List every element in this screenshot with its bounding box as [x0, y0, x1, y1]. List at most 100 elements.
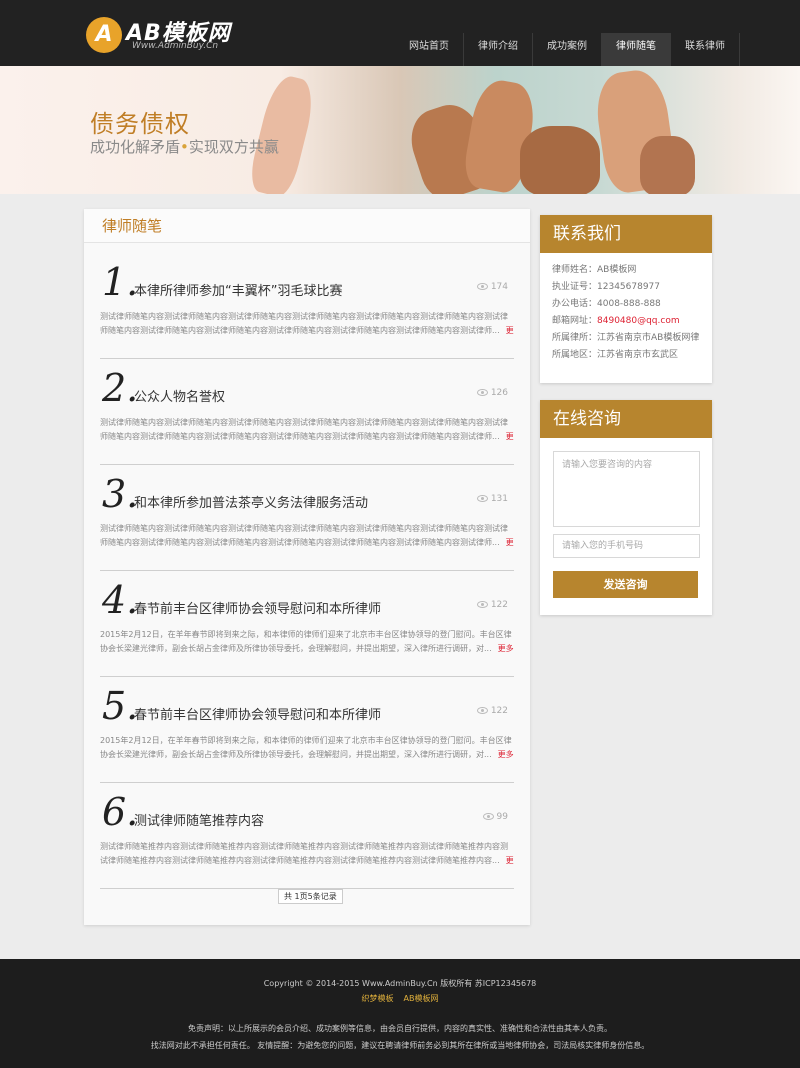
item-excerpt: 测试律师随笔内容测试律师随笔内容测试律师随笔内容测试律师随笔内容测试律师随笔内容…: [100, 416, 514, 444]
pagination-info: 共 1页5条记录: [278, 889, 343, 904]
view-count: 126: [476, 388, 508, 398]
view-count-value: 122: [490, 706, 508, 716]
essay-list-panel: 律师随笔 1. 本律所律师参加“丰翼杯”羽毛球比赛 174 测试律师随笔内容测试…: [84, 209, 530, 925]
eye-icon: [476, 283, 488, 290]
footer-link-adminbuy[interactable]: AB模板网: [404, 994, 439, 1003]
email-link[interactable]: 8490480@qq.com: [597, 316, 680, 326]
view-count-value: 126: [490, 388, 508, 398]
contact-label: 律师姓名：: [552, 265, 598, 275]
disclaimer-text: 免责声明：以上所展示的会员介绍、成功案例等信息，由会员自行提供，内容的真实性、准…: [188, 1024, 612, 1033]
footer-links: 织梦模板 AB模板网: [0, 993, 800, 1004]
send-consult-button[interactable]: 发送咨询: [553, 571, 698, 598]
contact-label: 执业证号：: [552, 282, 598, 292]
list-item: 5. 春节前丰台区律师协会领导慰问和本所律师 122 2015年2月12日，在羊…: [100, 676, 514, 783]
contact-title: 联系我们: [540, 215, 712, 253]
banner-sub-right: 实现双方共赢: [188, 138, 279, 156]
eye-icon: [476, 389, 488, 396]
contact-value: 江苏省南京市AB模板网律: [597, 333, 700, 343]
contact-label: 所属律所：: [552, 333, 598, 343]
item-title-link[interactable]: 和本律所参加普法茶亭义务法律服务活动: [134, 492, 368, 511]
item-number: 1.: [102, 260, 139, 304]
contact-value: AB模板网: [597, 265, 637, 275]
excerpt-text: 测试律师随笔内容测试律师随笔内容测试律师随笔内容测试律师随笔内容测试律师随笔内容…: [100, 418, 508, 441]
contact-row-region: 所属地区：江苏省南京市玄武区: [552, 347, 700, 364]
banner-hand-shape: [246, 72, 319, 194]
excerpt-text: 测试律师随笔内容测试律师随笔内容测试律师随笔内容测试律师随笔内容测试律师随笔内容…: [100, 312, 508, 335]
eye-icon: [476, 495, 488, 502]
list-item: 2. 公众人物名誉权 126 测试律师随笔内容测试律师随笔内容测试律师随笔内容测…: [100, 358, 514, 465]
view-count: 122: [476, 706, 508, 716]
contact-label: 邮箱网址：: [552, 316, 598, 326]
item-number: 5.: [102, 684, 139, 728]
nav-item-contact[interactable]: 联系律师: [670, 33, 740, 66]
main-nav: 网站首页 律师介绍 成功案例 律师随笔 联系律师: [395, 33, 740, 66]
contact-row-email: 邮箱网址：8490480@qq.com: [552, 313, 700, 330]
logo-subtitle: Www.AdminBuy.Cn: [132, 41, 219, 51]
item-title-link[interactable]: 测试律师随笔推荐内容: [134, 810, 264, 829]
item-title-link[interactable]: 春节前丰台区律师协会领导慰问和本所律师: [134, 598, 381, 617]
consult-title: 在线咨询: [540, 400, 712, 438]
nav-item-essays[interactable]: 律师随笔: [601, 33, 670, 66]
excerpt-text: 2015年2月12日，在羊年春节即将到来之际，和本律师的律师们迎来了北京市丰台区…: [100, 736, 512, 759]
view-count: 99: [482, 812, 508, 822]
banner-sub-dot: •: [180, 138, 189, 156]
view-count-value: 122: [490, 600, 508, 610]
item-excerpt: 2015年2月12日，在羊年春节即将到来之际，和本律师的律师们迎来了北京市丰台区…: [100, 628, 514, 656]
header: A AB模板网 Www.AdminBuy.Cn 网站首页 律师介绍 成功案例 律…: [0, 0, 800, 66]
item-excerpt: 2015年2月12日，在羊年春节即将到来之际，和本律师的律师们迎来了北京市丰台区…: [100, 734, 514, 762]
list-item: 4. 春节前丰台区律师协会领导慰问和本所律师 122 2015年2月12日，在羊…: [100, 570, 514, 677]
list-item: 1. 本律所律师参加“丰翼杯”羽毛球比赛 174 测试律师随笔内容测试律师随笔内…: [100, 252, 514, 359]
contact-row-phone: 办公电话：4008-888-888: [552, 296, 700, 313]
contact-row-name: 律师姓名：AB模板网: [552, 262, 700, 279]
contact-row-firm: 所属律所：江苏省南京市AB模板网律: [552, 330, 700, 347]
view-count: 131: [476, 494, 508, 504]
list-item: 3. 和本律所参加普法茶亭义务法律服务活动 131 测试律师随笔内容测试律师随笔…: [100, 464, 514, 571]
list-item: 6. 测试律师随笔推荐内容 99 测试律师随笔推荐内容测试律师随笔推荐内容测试律…: [100, 782, 514, 889]
item-number: 3.: [102, 472, 139, 516]
phone-input[interactable]: 请输入您的手机号码: [553, 534, 700, 558]
contact-panel: 联系我们 律师姓名：AB模板网 执业证号：12345678977 办公电话：40…: [540, 215, 712, 383]
logo-badge: A: [86, 17, 122, 53]
excerpt-text: 2015年2月12日，在羊年春节即将到来之际，和本律师的律师们迎来了北京市丰台区…: [100, 630, 512, 653]
item-number: 4.: [102, 578, 139, 622]
consult-panel: 在线咨询 请输入您要咨询的内容 请输入您的手机号码 发送咨询: [540, 400, 712, 615]
copyright-text: Copyright © 2014-2015 Www.AdminBuy.Cn 版权…: [263, 979, 537, 988]
excerpt-text: 测试律师随笔内容测试律师随笔内容测试律师随笔内容测试律师随笔内容测试律师随笔内容…: [100, 524, 508, 547]
eye-icon: [482, 813, 494, 820]
view-count-value: 174: [490, 282, 508, 292]
nav-item-lawyer-intro[interactable]: 律师介绍: [463, 33, 532, 66]
banner: 债务债权 成功化解矛盾•实现双方共赢: [0, 66, 800, 194]
item-number: 2.: [102, 366, 139, 410]
banner-sub-left: 成功化解矛盾: [90, 138, 181, 156]
eye-icon: [476, 601, 488, 608]
consult-content-textarea[interactable]: 请输入您要咨询的内容: [553, 451, 700, 527]
reminder-text: 找法网对此不承担任何责任。 友情提醒：为避免您的问题，建议在聘请律师前务必到其所…: [150, 1041, 650, 1050]
banner-hand-shape: [640, 136, 695, 194]
contact-value: 4008-888-888: [597, 299, 661, 309]
nav-item-cases[interactable]: 成功案例: [532, 33, 601, 66]
view-count: 122: [476, 600, 508, 610]
view-count-value: 99: [496, 812, 508, 822]
contact-list: 律师姓名：AB模板网 执业证号：12345678977 办公电话：4008-88…: [540, 253, 712, 364]
item-excerpt: 测试律师随笔内容测试律师随笔内容测试律师随笔内容测试律师随笔内容测试律师随笔内容…: [100, 310, 514, 338]
contact-label: 办公电话：: [552, 299, 598, 309]
banner-title: 债务债权: [90, 110, 190, 138]
eye-icon: [476, 707, 488, 714]
footer: Copyright © 2014-2015 Www.AdminBuy.Cn 版权…: [0, 959, 800, 1068]
panel-title: 律师随笔: [84, 209, 530, 243]
banner-subtitle: 成功化解矛盾•实现双方共赢: [90, 136, 279, 157]
item-excerpt: 测试律师随笔内容测试律师随笔内容测试律师随笔内容测试律师随笔内容测试律师随笔内容…: [100, 522, 514, 550]
nav-item-home[interactable]: 网站首页: [395, 33, 463, 66]
item-title-link[interactable]: 春节前丰台区律师协会领导慰问和本所律师: [134, 704, 381, 723]
contact-value: 江苏省南京市玄武区: [597, 350, 679, 360]
footer-link-dedecms[interactable]: 织梦模板: [362, 994, 394, 1003]
item-title-link[interactable]: 本律所律师参加“丰翼杯”羽毛球比赛: [134, 280, 342, 299]
item-number: 6.: [102, 790, 139, 834]
contact-value: 12345678977: [597, 282, 661, 292]
item-excerpt: 测试律师随笔推荐内容测试律师随笔推荐内容测试律师随笔推荐内容测试律师随笔推荐内容…: [100, 840, 514, 868]
view-count-value: 131: [490, 494, 508, 504]
contact-label: 所属地区：: [552, 350, 598, 360]
excerpt-text: 测试律师随笔推荐内容测试律师随笔推荐内容测试律师随笔推荐内容测试律师随笔推荐内容…: [100, 842, 508, 865]
item-title-link[interactable]: 公众人物名誉权: [134, 386, 225, 405]
contact-row-license: 执业证号：12345678977: [552, 279, 700, 296]
